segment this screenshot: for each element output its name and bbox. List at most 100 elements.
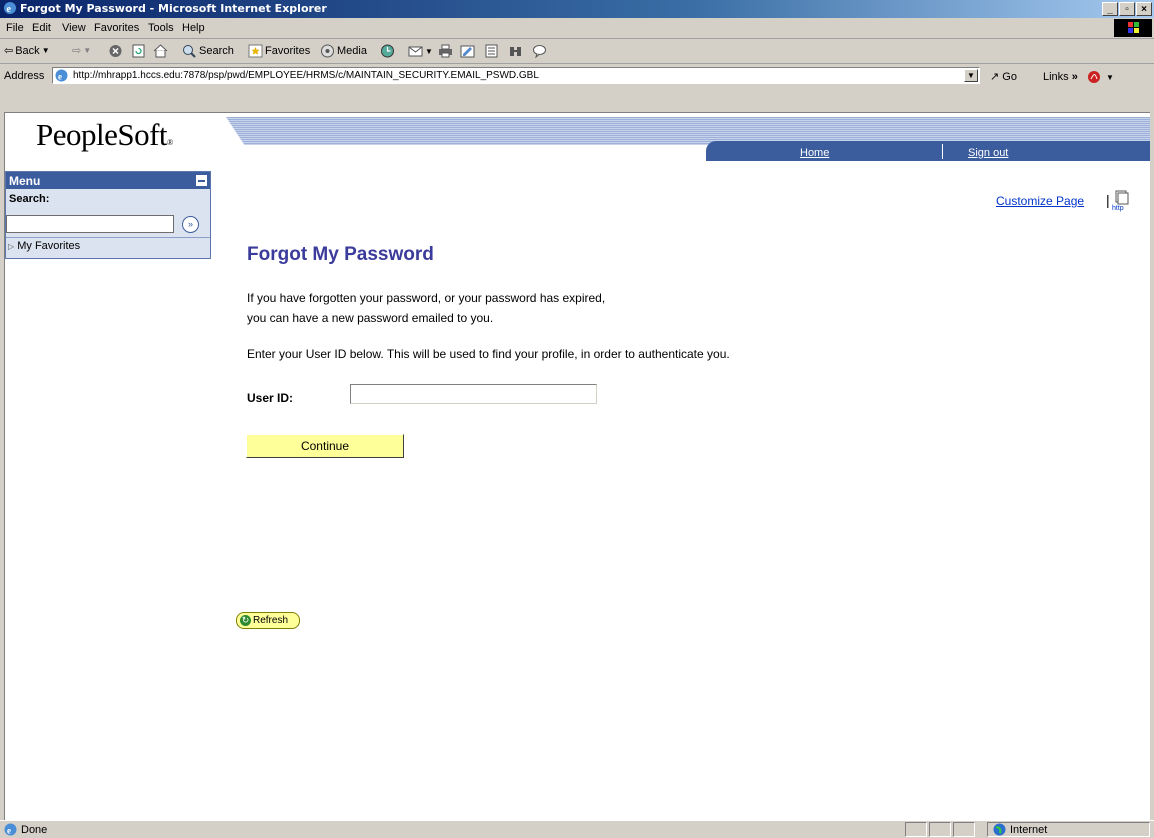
edit-icon: [460, 45, 475, 58]
back-button[interactable]: ⇦ Back ▼: [4, 44, 50, 58]
home-button[interactable]: [153, 44, 168, 58]
globe-icon: [993, 823, 1006, 836]
mail-button[interactable]: ▼: [408, 44, 433, 58]
history-icon: [381, 44, 394, 58]
status-cell: [929, 822, 951, 837]
windows-logo-icon: [1114, 19, 1152, 37]
menu-search-go-icon[interactable]: »: [182, 216, 199, 233]
address-label: Address: [4, 70, 45, 82]
chevron-down-icon: ▼: [41, 46, 50, 55]
status-cell: [953, 822, 975, 837]
home-link[interactable]: Home: [800, 147, 829, 159]
menu-tools[interactable]: Tools: [148, 22, 174, 34]
print-button[interactable]: [438, 44, 453, 58]
menu-view[interactable]: View: [62, 22, 86, 34]
svg-text:e: e: [58, 72, 62, 82]
instruction-line-3: Enter your User ID below. This will be u…: [247, 347, 730, 361]
forward-button[interactable]: ⇨ ▼: [72, 44, 91, 57]
userid-label: User ID:: [247, 391, 294, 405]
links-button[interactable]: Links » ▼: [1043, 70, 1114, 84]
page-done-icon: e: [4, 823, 17, 836]
continue-button[interactable]: Continue: [246, 434, 404, 458]
window-title: Forgot My Password - Microsoft Internet …: [20, 2, 327, 15]
menu-panel: Menu Search: » ▷ My Favorites: [5, 171, 211, 259]
go-arrow-icon: ↗: [990, 71, 1000, 83]
forward-arrow-icon: ⇨: [72, 45, 82, 57]
home-icon: [153, 44, 168, 58]
edit-button[interactable]: [460, 44, 475, 58]
window-titlebar: e Forgot My Password - Microsoft Interne…: [0, 0, 1154, 18]
address-url: http://mhrapp1.hccs.edu:7878/psp/pwd/EMP…: [73, 70, 539, 81]
back-arrow-icon: ⇦: [4, 45, 14, 57]
page-icon: e: [55, 69, 68, 82]
status-text: e Done: [4, 823, 47, 836]
print-icon: [439, 44, 452, 58]
go-button[interactable]: ↗ Go: [990, 70, 1017, 83]
chevron-right-icon: »: [1071, 70, 1078, 83]
peoplesoft-logo: PeopleSoft®: [36, 117, 173, 152]
browser-toolbar: ⇦ Back ▼ ⇨ ▼ Search Favorites Media ▼: [0, 39, 1154, 64]
menu-favorites[interactable]: Favorites: [94, 22, 139, 34]
ie-logo-icon: e: [4, 2, 16, 15]
menu-divider: [6, 237, 210, 238]
stop-button[interactable]: [108, 44, 123, 58]
my-favorites-item[interactable]: ▷ My Favorites: [8, 240, 80, 252]
research-icon: [510, 47, 521, 56]
address-bar: Address e http://mhrapp1.hccs.edu:7878/p…: [0, 64, 1154, 88]
link-separator: |: [1106, 192, 1110, 208]
status-cell: [905, 822, 927, 837]
minimize-button[interactable]: _: [1102, 2, 1118, 16]
chevron-down-icon: ▼: [83, 46, 92, 55]
discuss-icon: [485, 44, 498, 58]
svg-text:http: http: [1112, 205, 1124, 212]
restore-button[interactable]: ▫: [1119, 2, 1135, 16]
nav-bar: Home Sign out: [706, 141, 1150, 161]
nav-divider: [942, 144, 943, 159]
favorites-button[interactable]: Favorites: [248, 44, 310, 58]
http-icon[interactable]: http: [1112, 190, 1130, 212]
history-button[interactable]: [380, 44, 395, 58]
status-bar: e Done Internet: [0, 820, 1154, 838]
userid-input[interactable]: [350, 384, 597, 404]
favorites-star-icon: [248, 44, 263, 58]
refresh-button[interactable]: ↻ Refresh: [236, 612, 300, 629]
security-zone: Internet: [993, 823, 1047, 836]
collapse-menu-icon[interactable]: [196, 175, 207, 186]
mail-icon: [408, 46, 423, 57]
research-button[interactable]: [508, 44, 523, 58]
discuss-button[interactable]: [484, 44, 499, 58]
customize-page-link[interactable]: Customize Page: [996, 194, 1084, 208]
address-dropdown-button[interactable]: ▼: [964, 69, 978, 82]
svg-text:e: e: [7, 826, 11, 836]
browser-menubar: File Edit View Favorites Tools Help: [0, 18, 1154, 39]
media-icon: [321, 44, 334, 58]
menu-header: Menu: [6, 172, 210, 189]
chevron-down-icon: ▼: [425, 46, 433, 56]
refresh-icon: [132, 44, 145, 58]
menu-search-input[interactable]: [6, 215, 174, 233]
menu-file[interactable]: File: [6, 22, 24, 34]
menu-edit[interactable]: Edit: [32, 22, 51, 34]
instruction-line-2: you can have a new password emailed to y…: [247, 311, 494, 325]
acrobat-icon: [1087, 71, 1100, 83]
signout-link[interactable]: Sign out: [968, 147, 1008, 159]
triangle-right-icon: ▷: [8, 242, 15, 251]
close-button[interactable]: ×: [1136, 2, 1152, 16]
search-icon: [183, 45, 196, 58]
header-banner: Home Sign out: [226, 117, 1150, 161]
chevron-down-icon: ▼: [1106, 72, 1114, 82]
page-title: Forgot My Password: [247, 244, 434, 265]
instruction-line-1: If you have forgotten your password, or …: [247, 291, 606, 305]
menu-title: Menu: [9, 174, 41, 188]
refresh-icon: ↻: [240, 615, 251, 626]
menu-help[interactable]: Help: [182, 22, 205, 34]
menu-search-label: Search:: [9, 193, 50, 205]
stop-icon: [109, 45, 122, 57]
messenger-button[interactable]: [532, 44, 547, 58]
messenger-icon: [533, 45, 546, 58]
svg-text:e: e: [7, 4, 12, 15]
address-input[interactable]: e http://mhrapp1.hccs.edu:7878/psp/pwd/E…: [52, 67, 980, 84]
media-button[interactable]: Media: [320, 44, 367, 58]
search-button[interactable]: Search: [182, 44, 234, 58]
refresh-page-button[interactable]: [131, 44, 146, 58]
